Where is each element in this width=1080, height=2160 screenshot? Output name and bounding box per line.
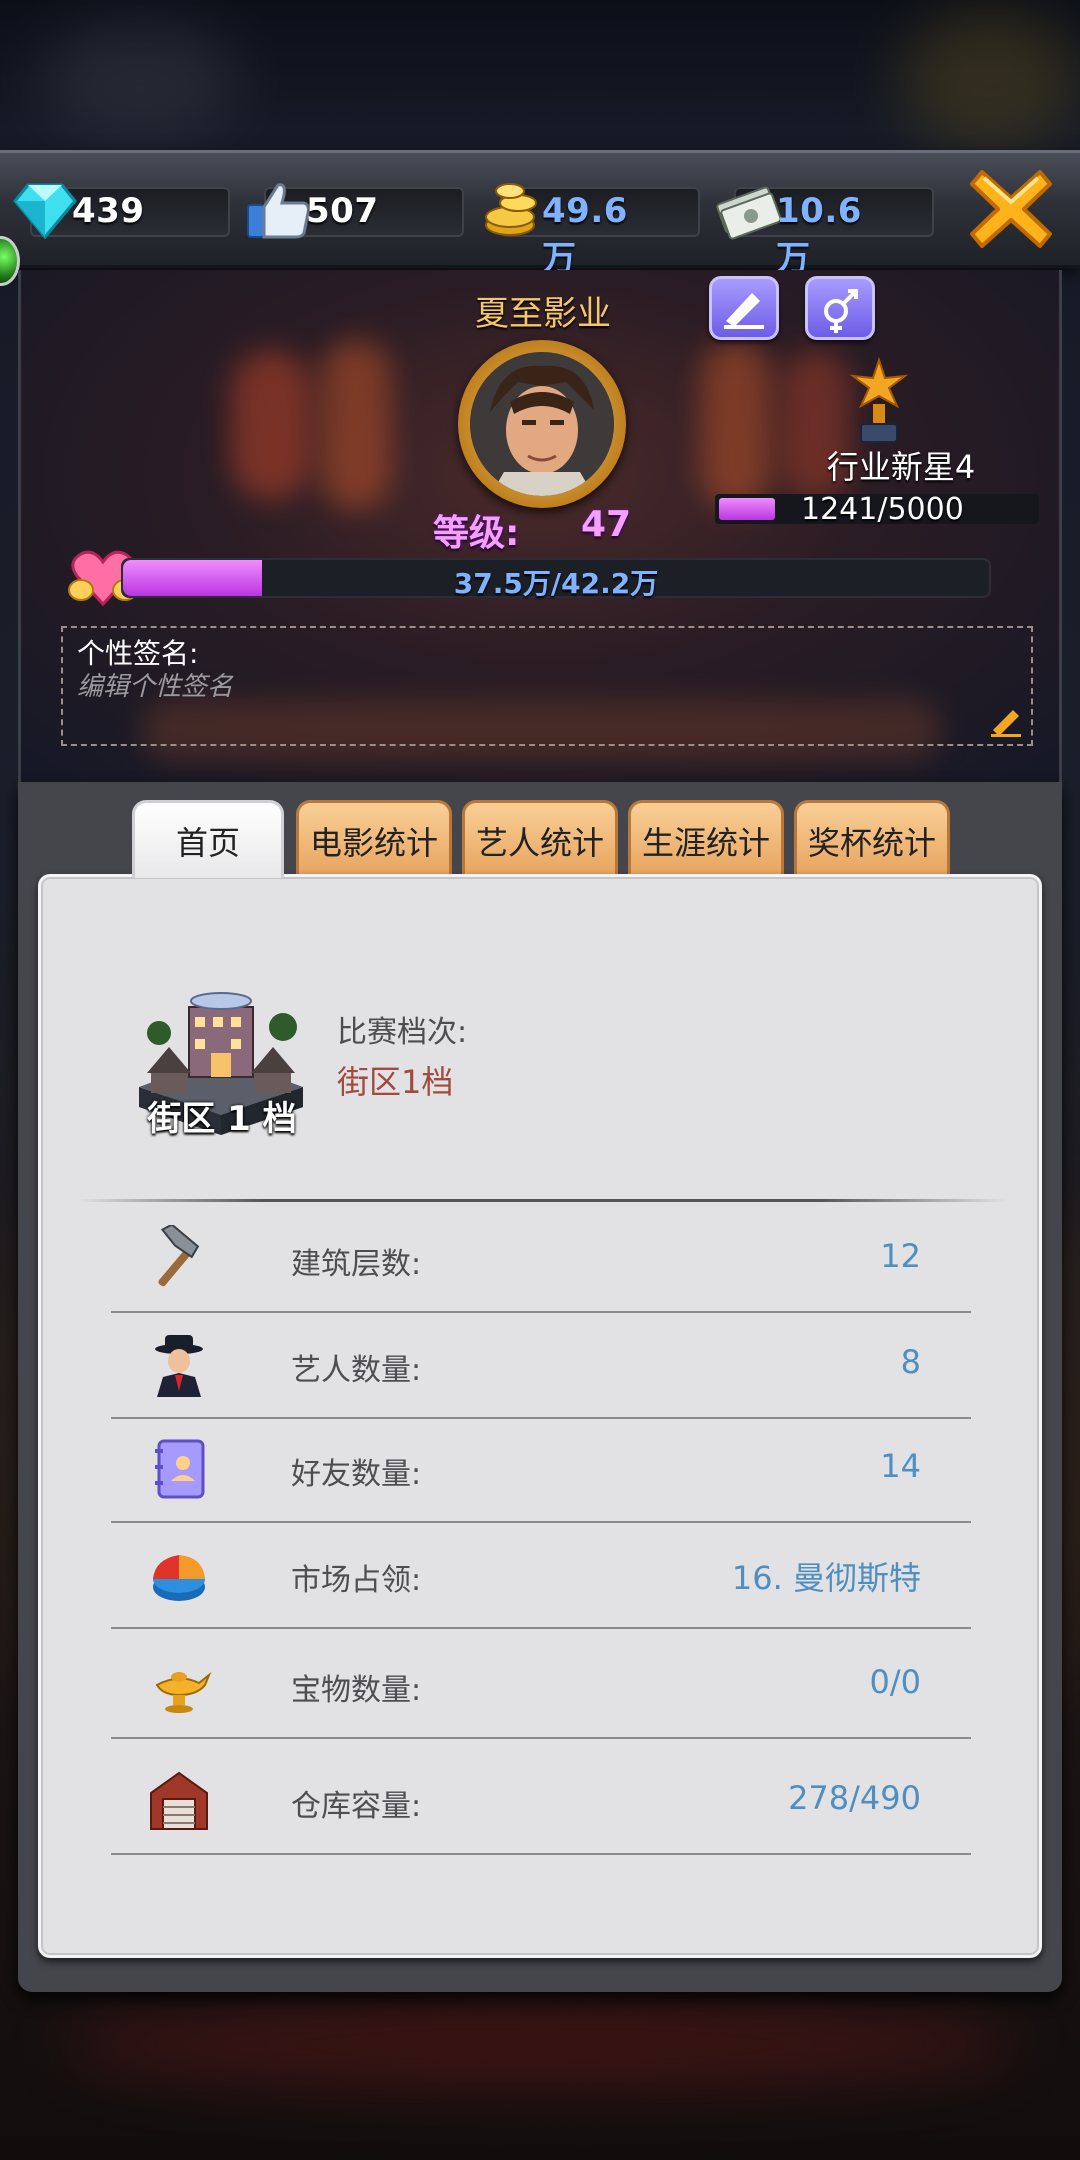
edit-signature-icon[interactable] xyxy=(987,704,1025,738)
tab-artist-stats[interactable]: 艺人统计 xyxy=(462,800,618,878)
stat-label: 艺人数量: xyxy=(291,1353,422,1388)
tab-career-stats[interactable]: 生涯统计 xyxy=(628,800,784,878)
home-panel: 街区 1 档 比赛档次: 街区1档 建筑层数: 12 艺人数量: 8 好友数量:… xyxy=(38,874,1042,1958)
competition-label: 比赛档次: xyxy=(337,1015,468,1050)
level-value: 47 xyxy=(581,504,632,545)
stat-label: 建筑层数: xyxy=(291,1247,422,1282)
level-label: 等级: xyxy=(433,513,520,554)
stat-row-warehouse[interactable]: 仓库容量: 278/490 xyxy=(111,1749,971,1855)
stat-row-artists[interactable]: 艺人数量: 8 xyxy=(111,1313,971,1419)
signature-placeholder: 编辑个性签名 xyxy=(77,672,234,702)
avatar[interactable] xyxy=(458,340,626,508)
likes-count: 507 xyxy=(306,191,379,231)
stat-value: 0/0 xyxy=(869,1663,922,1701)
studio-name: 夏至影业 xyxy=(475,294,611,334)
profile-header: 夏至影业 等级: 47 37.5万/42.2万 行业新星4 1241/5000 … xyxy=(18,270,1062,782)
stat-row-floors[interactable]: 建筑层数: 12 xyxy=(111,1207,971,1313)
thumbs-up-icon xyxy=(247,183,310,239)
tab-trophy-stats-label: 奖杯统计 xyxy=(807,824,936,862)
edit-name-button[interactable] xyxy=(709,276,779,340)
diamond-icon xyxy=(13,183,77,240)
stat-row-market[interactable]: 市场占领: 16. 曼彻斯特 xyxy=(111,1523,971,1629)
avatar-portrait xyxy=(470,352,614,496)
stat-label: 好友数量: xyxy=(291,1457,422,1492)
rank-title: 行业新星4 xyxy=(826,448,976,486)
tab-artist-stats-label: 艺人统计 xyxy=(475,824,604,862)
currency-bar: 439 507 49.6万 10.6万 xyxy=(0,150,1080,279)
tab-home-label: 首页 xyxy=(175,824,240,862)
competition-value: 街区1档 xyxy=(337,1063,454,1101)
magic-lamp-icon xyxy=(155,1671,212,1713)
stat-value: 8 xyxy=(900,1343,921,1381)
stat-value: 278/490 xyxy=(788,1779,921,1817)
tab-career-stats-label: 生涯统计 xyxy=(641,824,770,862)
gold-count: 49.6万 xyxy=(542,191,628,279)
gender-icon xyxy=(824,289,858,333)
pencil-icon xyxy=(724,293,764,329)
district-badge: 街区 1 档 xyxy=(147,1099,297,1139)
close-button[interactable] xyxy=(968,166,1054,252)
row-divider xyxy=(111,1853,971,1855)
stat-label: 宝物数量: xyxy=(291,1673,422,1708)
pie-chart-icon xyxy=(153,1555,205,1601)
row-divider xyxy=(111,1737,971,1739)
stat-value: 14 xyxy=(880,1447,921,1485)
contact-book-icon xyxy=(155,1439,205,1499)
experience-text: 37.5万/42.2万 xyxy=(453,567,659,600)
stat-label: 仓库容量: xyxy=(291,1789,422,1824)
tab-movie-stats[interactable]: 电影统计 xyxy=(296,800,452,878)
experience-bar: 37.5万/42.2万 xyxy=(121,558,991,600)
agent-icon xyxy=(155,1335,203,1397)
row-divider xyxy=(111,1627,971,1629)
gender-button[interactable] xyxy=(805,276,875,340)
tab-movie-stats-label: 电影统计 xyxy=(309,824,438,862)
stat-row-treasures[interactable]: 宝物数量: 0/0 xyxy=(111,1633,971,1739)
warehouse-icon xyxy=(150,1771,208,1830)
cash-icon xyxy=(716,186,782,240)
tab-home[interactable]: 首页 xyxy=(132,800,284,878)
signature-box[interactable]: 个性签名: 编辑个性签名 xyxy=(61,626,1033,746)
stat-label: 市场占领: xyxy=(291,1563,422,1598)
tab-trophy-stats[interactable]: 奖杯统计 xyxy=(794,800,950,878)
cash-count: 10.6万 xyxy=(776,191,862,279)
stat-row-friends[interactable]: 好友数量: 14 xyxy=(111,1417,971,1523)
stat-value: 12 xyxy=(880,1237,921,1275)
section-divider xyxy=(77,1199,1007,1202)
rank-progress-fill xyxy=(719,498,776,520)
stat-value: 16. 曼彻斯特 xyxy=(731,1559,921,1597)
rank-progress-text: 1241/5000 xyxy=(801,492,964,527)
gold-coins-icon xyxy=(485,183,537,236)
trophy-icon[interactable] xyxy=(843,354,915,450)
diamond-count: 439 xyxy=(72,191,145,231)
hammer-icon xyxy=(158,1225,200,1287)
